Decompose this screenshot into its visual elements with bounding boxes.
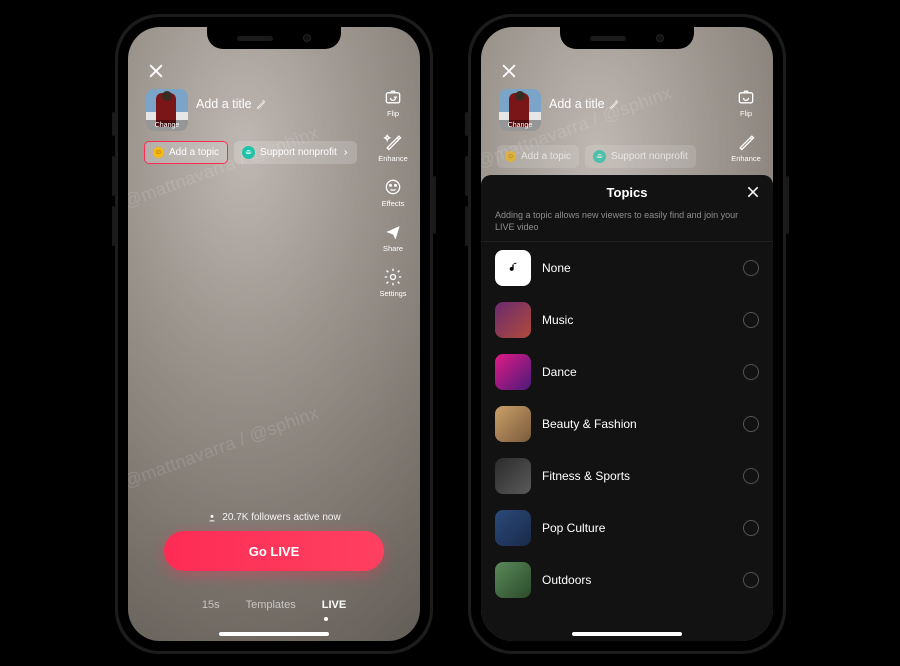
enhance-button[interactable]: Enhance <box>731 132 761 163</box>
mode-live[interactable]: LIVE <box>322 599 346 611</box>
topic-item-dance[interactable]: Dance <box>481 346 773 398</box>
phone-right: @mattnavarra / @sphinx @mattnavarra / @s… <box>468 14 786 654</box>
topic-item-fitness[interactable]: Fitness & Sports <box>481 450 773 502</box>
mode-15s[interactable]: 15s <box>202 599 220 611</box>
topic-label: Dance <box>542 365 732 379</box>
topic-label: Beauty & Fashion <box>542 417 732 431</box>
add-topic-pill[interactable]: ☺ Add a topic <box>497 145 579 168</box>
effects-button[interactable]: Effects <box>382 177 405 208</box>
flip-icon <box>736 87 756 107</box>
topic-thumb-fitness <box>495 458 531 494</box>
settings-label: Settings <box>379 289 406 298</box>
nonprofit-icon <box>242 146 255 159</box>
watermark: @mattnavarra / @sphinx <box>121 402 322 492</box>
topic-thumb-outdoors <box>495 562 531 598</box>
settings-button[interactable]: Settings <box>379 267 406 298</box>
topics-heading: Topics <box>607 185 648 200</box>
topics-subtitle: Adding a topic allows new viewers to eas… <box>481 209 773 242</box>
edit-icon <box>609 99 620 110</box>
effects-label: Effects <box>382 199 405 208</box>
go-live-label: Go LIVE <box>249 544 300 559</box>
enhance-label: Enhance <box>378 154 408 163</box>
close-button[interactable] <box>146 61 166 81</box>
radio-unselected[interactable] <box>743 260 759 276</box>
radio-unselected[interactable] <box>743 468 759 484</box>
effects-icon <box>383 177 403 197</box>
support-nonprofit-label: Support nonprofit <box>611 151 688 162</box>
support-nonprofit-pill[interactable]: Support nonprofit <box>234 141 357 164</box>
flip-icon <box>383 87 403 107</box>
flip-label: Flip <box>387 109 399 118</box>
topics-panel: Topics Adding a topic allows new viewers… <box>481 175 773 641</box>
phone-left: @mattnavarra / @sphinx @mattnavarra / @s… <box>115 14 433 654</box>
enhance-button[interactable]: Enhance <box>378 132 408 163</box>
topic-thumb-music <box>495 302 531 338</box>
topics-list[interactable]: None Music Dance <box>481 242 773 641</box>
mode-indicator-dot <box>324 617 328 621</box>
enhance-icon <box>736 132 756 152</box>
followers-active: 20.7K followers active now <box>128 512 420 523</box>
change-cover-label: Change <box>146 120 188 131</box>
add-topic-pill[interactable]: ☺ Add a topic <box>144 141 228 164</box>
followers-active-text: 20.7K followers active now <box>222 512 340 523</box>
nonprofit-icon <box>593 150 606 163</box>
add-topic-label: Add a topic <box>169 147 219 158</box>
radio-unselected[interactable] <box>743 416 759 432</box>
topic-thumb-none <box>495 250 531 286</box>
mode-switcher[interactable]: 15s Templates LIVE <box>128 599 420 611</box>
topic-label: Music <box>542 313 732 327</box>
home-indicator <box>572 632 682 636</box>
device-notch <box>560 27 694 49</box>
topic-label: Outdoors <box>542 573 732 587</box>
share-label: Share <box>383 244 403 253</box>
topic-thumb-dance <box>495 354 531 390</box>
topic-item-beauty[interactable]: Beauty & Fashion <box>481 398 773 450</box>
chevron-right-icon <box>342 149 349 156</box>
radio-unselected[interactable] <box>743 572 759 588</box>
topic-thumb-beauty <box>495 406 531 442</box>
home-indicator <box>219 632 329 636</box>
close-button[interactable] <box>499 61 519 81</box>
topic-item-music[interactable]: Music <box>481 294 773 346</box>
cover-thumbnail[interactable]: Change <box>146 89 188 131</box>
title-placeholder: Add a title <box>196 97 252 111</box>
add-topic-label: Add a topic <box>521 151 571 162</box>
flip-label: Flip <box>740 109 752 118</box>
topic-emoji-icon: ☺ <box>505 151 516 162</box>
mode-templates[interactable]: Templates <box>246 599 296 611</box>
person-icon <box>207 513 217 523</box>
enhance-label: Enhance <box>731 154 761 163</box>
topic-emoji-icon: ☺ <box>153 147 164 158</box>
topic-label: Fitness & Sports <box>542 469 732 483</box>
title-input[interactable]: Add a title <box>196 97 267 111</box>
topic-thumb-pop <box>495 510 531 546</box>
radio-unselected[interactable] <box>743 312 759 328</box>
support-nonprofit-pill[interactable]: Support nonprofit <box>585 145 696 168</box>
share-icon <box>383 222 403 242</box>
gear-icon <box>383 267 403 287</box>
title-input[interactable]: Add a title <box>549 97 620 111</box>
title-placeholder: Add a title <box>549 97 605 111</box>
enhance-icon <box>383 132 403 152</box>
change-cover-label: Change <box>499 120 541 131</box>
share-button[interactable]: Share <box>383 222 403 253</box>
watermark: @mattnavarra / @sphinx <box>121 122 322 212</box>
topic-item-outdoors[interactable]: Outdoors <box>481 554 773 606</box>
device-notch <box>207 27 341 49</box>
edit-icon <box>256 99 267 110</box>
topic-item-pop-culture[interactable]: Pop Culture <box>481 502 773 554</box>
topic-item-none[interactable]: None <box>481 242 773 294</box>
topics-close-button[interactable] <box>745 184 761 200</box>
live-setup-screen: @mattnavarra / @sphinx @mattnavarra / @s… <box>128 27 420 641</box>
live-setup-screen-with-panel: @mattnavarra / @sphinx @mattnavarra / @s… <box>481 27 773 641</box>
radio-unselected[interactable] <box>743 520 759 536</box>
go-live-button[interactable]: Go LIVE <box>164 531 384 571</box>
cover-thumbnail[interactable]: Change <box>499 89 541 131</box>
topic-label: Pop Culture <box>542 521 732 535</box>
topic-label: None <box>542 261 732 275</box>
flip-camera-button[interactable]: Flip <box>736 87 756 118</box>
radio-unselected[interactable] <box>743 364 759 380</box>
support-nonprofit-label: Support nonprofit <box>260 147 337 158</box>
flip-camera-button[interactable]: Flip <box>383 87 403 118</box>
